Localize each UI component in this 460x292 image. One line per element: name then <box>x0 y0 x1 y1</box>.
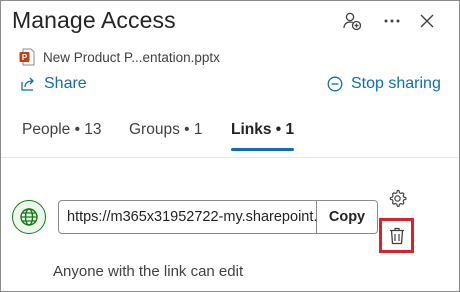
gear-icon <box>389 189 407 207</box>
copy-link-button[interactable]: Copy <box>316 201 377 233</box>
tab-links[interactable]: Links • 1 <box>231 121 295 151</box>
active-tab-indicator <box>231 148 295 151</box>
copy-label: Copy <box>328 209 366 225</box>
tab-groups-label: Groups • 1 <box>129 121 203 138</box>
file-info: P New Product P...entation.pptx <box>19 48 220 66</box>
share-label: Share <box>44 75 87 92</box>
tab-groups[interactable]: Groups • 1 <box>129 121 203 151</box>
link-type-badge <box>12 200 46 234</box>
tab-links-label: Links • 1 <box>231 121 295 138</box>
stop-sharing-label: Stop sharing <box>351 75 441 92</box>
tabs-divider <box>1 157 459 158</box>
tab-people-label: People • 13 <box>22 121 102 138</box>
close-button[interactable] <box>416 10 438 32</box>
powerpoint-file-icon: P <box>19 48 35 66</box>
add-person-button[interactable] <box>341 10 363 32</box>
panel-title: Manage Access <box>12 7 176 33</box>
link-field: https://m365x31952722-my.sharepoint.com/… <box>58 200 378 234</box>
manage-access-panel: Manage Access P New Product P...entation… <box>0 0 460 292</box>
share-button[interactable]: Share <box>20 75 87 93</box>
delete-link-button[interactable] <box>379 218 414 253</box>
share-icon <box>21 77 34 91</box>
stop-sharing-icon <box>327 76 343 92</box>
svg-text:P: P <box>22 53 28 62</box>
trash-icon <box>389 227 404 244</box>
link-url-input[interactable]: https://m365x31952722-my.sharepoint.com/ <box>59 201 316 233</box>
more-options-button[interactable] <box>381 10 403 32</box>
stop-sharing-button[interactable]: Stop sharing <box>327 75 441 93</box>
tab-people[interactable]: People • 13 <box>22 121 102 151</box>
tab-bar: People • 13 Groups • 1 Links • 1 <box>1 117 459 157</box>
more-options-icon <box>384 19 400 23</box>
globe-icon <box>20 208 38 226</box>
close-icon <box>420 14 434 28</box>
file-name: New Product P...entation.pptx <box>43 49 220 65</box>
add-person-icon <box>343 12 362 31</box>
link-settings-button[interactable] <box>387 188 407 208</box>
link-permission-text: Anyone with the link can edit <box>53 263 244 280</box>
